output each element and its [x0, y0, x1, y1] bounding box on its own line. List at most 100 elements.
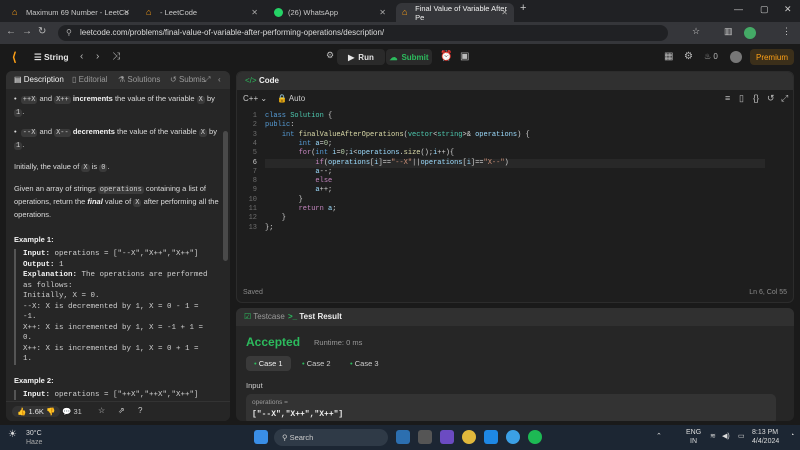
prev-problem-icon[interactable]: ‹: [80, 51, 83, 62]
site-info-icon[interactable]: ⚲: [66, 25, 72, 41]
tab-editorial[interactable]: ▯ Editorial: [72, 75, 108, 84]
bookmark-icon[interactable]: ▯: [739, 93, 744, 104]
weather-icon[interactable]: ☀: [8, 429, 17, 440]
spotify-icon[interactable]: [528, 430, 542, 444]
test-tabs: ☑ Testcase >_ Test Result: [236, 308, 794, 326]
code-editor-panel: </> Code C++ ⌄ 🔒 Auto ≡ ▯ {} ↺ ⤢ 1 2 3 4…: [236, 71, 794, 303]
text: by: [209, 127, 217, 136]
debug-icon[interactable]: ⚙: [326, 50, 334, 61]
browser-tab[interactable]: (26) WhatsApp ✕: [268, 3, 392, 22]
tab-description[interactable]: ▤ Description: [14, 75, 64, 84]
browser-tab-active[interactable]: ⌂ Final Value of Variable After Pe ✕: [396, 3, 514, 22]
run-button[interactable]: ▶ Run: [337, 49, 385, 65]
format-icon[interactable]: ≡: [725, 93, 730, 103]
battery-icon[interactable]: ▭: [738, 432, 745, 440]
language-select[interactable]: C++ ⌄: [243, 94, 267, 103]
code-editor[interactable]: 1 2 3 4 5 6 7 8 9 10 11 12 13 class Solu…: [237, 112, 793, 284]
timer-icon[interactable]: ⏰: [440, 51, 452, 62]
description-tabs: ▤ Description ▯ Editorial ⚗ Solutions ↺ …: [6, 71, 230, 89]
sidebar-icon[interactable]: ▥: [724, 26, 733, 37]
tab-label: Editorial: [78, 75, 108, 84]
share-icon[interactable]: ⇗: [118, 406, 125, 415]
text: the value of the variable: [117, 127, 197, 136]
auto-mode-toggle[interactable]: 🔒 Auto: [277, 94, 305, 103]
maximize-icon[interactable]: ▢: [760, 4, 769, 15]
url-field[interactable]: ⚲ leetcode.com/problems/final-value-of-v…: [58, 25, 668, 41]
bookmark-star-icon[interactable]: ☆: [692, 26, 700, 37]
fullscreen-icon[interactable]: ⤢: [781, 93, 788, 104]
tab-label: Test Result: [299, 312, 342, 321]
user-avatar[interactable]: [730, 51, 742, 63]
premium-button[interactable]: Premium: [750, 49, 794, 65]
case-tab-3[interactable]: • Case 3: [342, 356, 387, 371]
code-line: return a;: [298, 205, 337, 213]
leetcode-logo-icon[interactable]: ⟨: [12, 50, 17, 64]
profile-avatar[interactable]: [744, 27, 756, 39]
output-value: 1: [59, 260, 64, 269]
text: Initially, the value of: [14, 162, 80, 171]
scrollbar[interactable]: [223, 131, 228, 261]
chrome-icon[interactable]: [462, 430, 476, 444]
volume-icon[interactable]: ◀): [722, 432, 730, 440]
layout-icon[interactable]: ▦: [664, 51, 673, 62]
favorite-star-icon[interactable]: ☆: [98, 406, 105, 415]
comments-button[interactable]: 💬 31: [62, 407, 82, 416]
close-icon[interactable]: ✕: [501, 8, 508, 17]
tab-test-result[interactable]: >_ Test Result: [288, 312, 342, 321]
expand-icon[interactable]: ⤢: [204, 75, 210, 85]
line-number: 11: [248, 205, 257, 213]
like-button[interactable]: 👍 1.6K 👎: [12, 406, 61, 417]
close-icon[interactable]: ✕: [379, 8, 386, 17]
next-problem-icon[interactable]: ›: [96, 51, 99, 62]
browser-tab[interactable]: ⌂ - LeetCode ✕: [140, 3, 264, 22]
text: value of: [104, 197, 132, 206]
reset-icon[interactable]: ↺: [767, 93, 775, 104]
reload-icon[interactable]: ↻: [38, 26, 46, 37]
close-window-icon[interactable]: ✕: [784, 4, 792, 15]
minimize-icon[interactable]: —: [734, 4, 743, 14]
submit-button[interactable]: ☁ Submit: [386, 49, 432, 65]
notification-bell-icon[interactable]: ◔: [790, 432, 794, 439]
back-icon[interactable]: ←: [6, 26, 16, 37]
edge-icon[interactable]: [506, 430, 520, 444]
tab-testcase[interactable]: ☑ Testcase: [244, 312, 285, 321]
clock-time[interactable]: 8:13 PM: [752, 429, 778, 436]
mail-icon[interactable]: [484, 430, 498, 444]
code-panel-title: Code: [259, 76, 279, 85]
close-icon[interactable]: ✕: [251, 8, 258, 17]
wifi-icon[interactable]: ≋: [710, 432, 716, 440]
problem-list-button[interactable]: ☰ String: [34, 52, 69, 63]
taskbar-search[interactable]: ⚲ Search: [274, 429, 388, 446]
windows-start-icon[interactable]: [254, 430, 268, 444]
tray-overflow-icon[interactable]: ⌃: [656, 432, 662, 440]
shuffle-icon[interactable]: ⤨: [112, 51, 120, 62]
braces-icon[interactable]: {}: [753, 93, 759, 103]
test-result-panel: ☑ Testcase >_ Test Result Accepted Runti…: [236, 308, 794, 421]
output-label: Output:: [23, 260, 55, 269]
close-icon[interactable]: ✕: [123, 8, 130, 17]
task-view-icon[interactable]: [418, 430, 432, 444]
tab-solutions[interactable]: ⚗ Solutions: [118, 75, 160, 84]
case-tab-1[interactable]: • Case 1: [246, 356, 291, 371]
tab-label: Testcase: [253, 312, 285, 321]
explanation-line: -1.: [23, 313, 37, 321]
forward-icon[interactable]: →: [22, 26, 32, 37]
tab-submissions[interactable]: ↺ Submis: [170, 75, 206, 84]
code-panel-header: </> Code: [237, 72, 793, 90]
notes-icon[interactable]: ▣: [460, 51, 469, 62]
app-icon[interactable]: [440, 430, 454, 444]
line-number: 3: [252, 130, 257, 139]
menu-kebab-icon[interactable]: ⋮: [782, 26, 791, 37]
case-tab-2[interactable]: • Case 2: [294, 356, 339, 371]
streak-counter[interactable]: ♨ 0: [704, 52, 718, 61]
collapse-icon[interactable]: ‹: [218, 75, 221, 84]
checkbox-icon: ☑: [244, 312, 252, 321]
copilot-icon[interactable]: [396, 430, 410, 444]
help-icon[interactable]: ?: [138, 406, 142, 415]
text-italic: final: [87, 197, 103, 206]
task-text: Given an array of strings operations con…: [14, 183, 220, 220]
browser-tab[interactable]: ⌂ Maximum 69 Number - LeetCo ✕: [6, 3, 136, 22]
new-tab-button[interactable]: +: [520, 2, 526, 14]
settings-gear-icon[interactable]: ⚙: [684, 51, 693, 62]
language-label[interactable]: ENG: [686, 429, 701, 436]
